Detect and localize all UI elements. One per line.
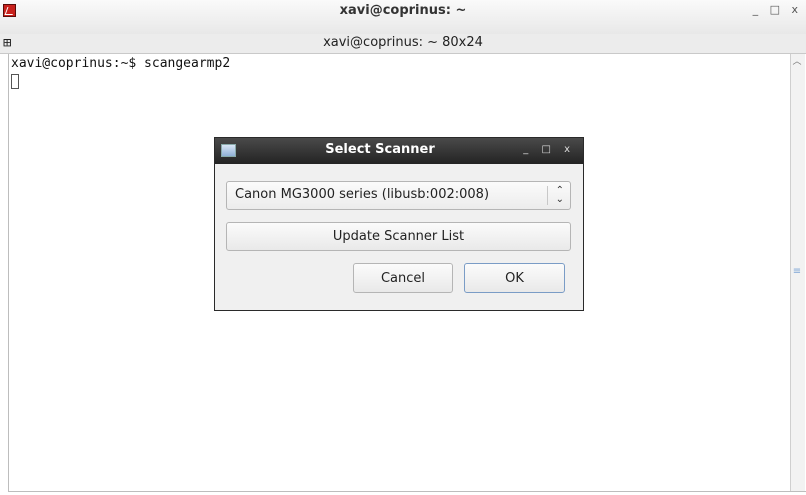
terminal-bottom-edge [8,491,806,492]
scroll-grip-icon[interactable]: ≡ [792,267,802,277]
scanner-select[interactable]: Canon MG3000 series (libusb:002:008) ⌃ ⌄ [226,181,571,210]
updown-chevron-icon: ⌃ ⌄ [555,185,564,205]
scanner-select-value: Canon MG3000 series (libusb:002:008) [235,187,490,202]
scroll-up-arrow-icon[interactable]: ︿ [791,55,803,69]
select-divider [547,186,548,205]
text-cursor [11,74,19,89]
dialog-title: Select Scanner [325,142,435,157]
terminal-title: xavi@coprinus: ~ [339,3,467,18]
update-scanner-list-button[interactable]: Update Scanner List [226,222,571,251]
command-line: xavi@coprinus:~$ scangearmp2 [11,56,231,71]
terminal-tab-title: xavi@coprinus: ~ 80x24 [323,35,483,50]
select-scanner-dialog: Select Scanner _ □ x Canon MG3000 series… [214,137,584,311]
dialog-window-controls[interactable]: _ □ x [523,144,575,155]
ok-button[interactable]: OK [464,263,565,293]
terminal-window-controls[interactable]: _ □ x [753,3,802,16]
cancel-button[interactable]: Cancel [353,263,453,293]
